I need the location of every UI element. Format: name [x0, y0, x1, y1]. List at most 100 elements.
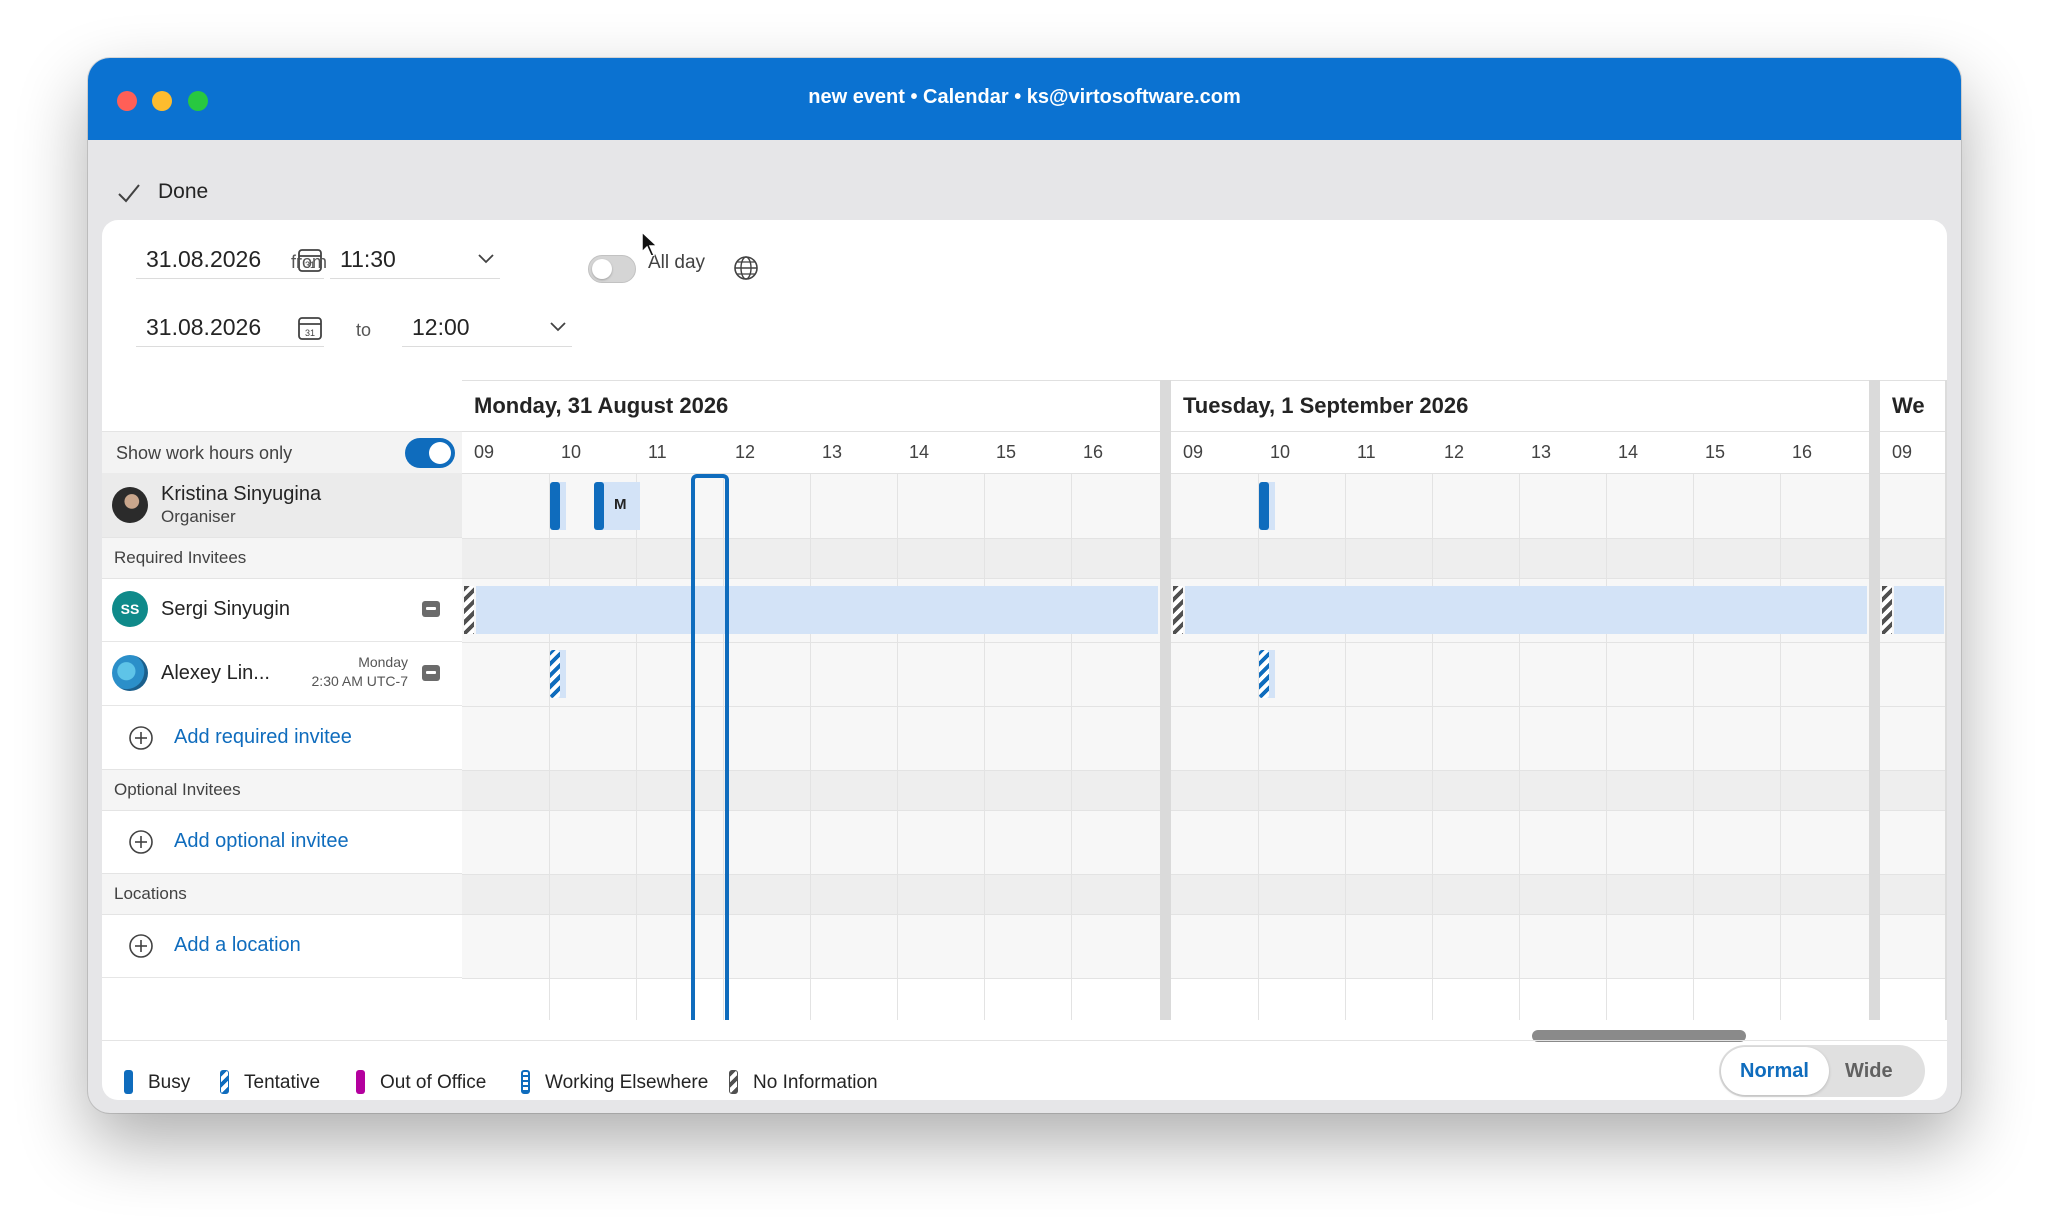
grid-line	[462, 978, 1947, 979]
no-information-swatch	[729, 1070, 738, 1094]
end-date-value: 31.08.2026	[146, 314, 262, 340]
hour-label: 11	[648, 442, 667, 462]
checkmark-icon[interactable]	[116, 180, 142, 206]
end-date-field[interactable]: 31.08.2026 31	[136, 308, 324, 347]
contact-card-icon[interactable]	[422, 665, 440, 681]
hour-row-wednesday: 09	[1880, 432, 1947, 474]
organiser-name: Kristina Sinyugina	[161, 483, 322, 505]
busy-event-bar[interactable]	[594, 482, 604, 530]
toggle-knob	[592, 259, 612, 279]
tentative-event-bar[interactable]	[550, 650, 560, 698]
free-time-band	[1185, 586, 1867, 634]
hour-label: 15	[996, 442, 1017, 462]
no-information-marker	[464, 586, 474, 634]
calendar-icon[interactable]: 31	[296, 314, 324, 342]
avatar	[112, 655, 148, 691]
hour-label: 13	[1531, 442, 1552, 462]
required-invitees-header: Required Invitees	[102, 537, 462, 579]
add-optional-invitee-button[interactable]: Add optional invitee	[102, 809, 462, 874]
normal-view-button[interactable]: Normal	[1721, 1047, 1829, 1095]
grid-line	[1258, 474, 1259, 1020]
grid-line	[462, 810, 1947, 811]
add-location-label: Add a location	[174, 934, 301, 956]
busy-event-bar[interactable]	[1259, 482, 1269, 530]
legend-label: Busy	[148, 1072, 191, 1093]
organiser-row[interactable]: Kristina Sinyugina Organiser	[102, 473, 462, 538]
day-header-monday: Monday, 31 August 2026	[462, 380, 1160, 432]
day-title: Tuesday, 1 September 2026	[1183, 393, 1469, 418]
empty-timeline[interactable]	[462, 914, 1947, 978]
day-separator	[1160, 380, 1171, 1020]
scheduling-grid[interactable]: Monday, 31 August 2026 Tuesday, 1 Septem…	[462, 380, 1947, 1020]
no-information-marker	[1173, 586, 1183, 634]
toggle-knob	[429, 442, 451, 464]
title-bar: new event • Calendar • ks@virtosoftware.…	[88, 58, 1961, 140]
section-band	[462, 538, 1947, 578]
end-time-value: 12:00	[412, 314, 470, 340]
normal-view-label: Normal	[1740, 1060, 1809, 1082]
work-hours-toggle[interactable]	[405, 438, 455, 468]
day-header-wednesday: We	[1880, 380, 1947, 432]
hour-label: 11	[1357, 442, 1376, 462]
start-time-dropdown[interactable]: 11:30	[330, 240, 500, 279]
grid-line	[1519, 474, 1520, 1020]
grid-line	[810, 474, 811, 1020]
event-label: M	[614, 496, 627, 513]
add-required-invitee-label: Add required invitee	[174, 726, 352, 748]
avatar	[112, 487, 148, 523]
selected-meeting-slot[interactable]	[691, 474, 729, 1020]
add-circle-icon	[129, 934, 153, 958]
empty-timeline[interactable]	[462, 706, 1947, 770]
busy-event-bar[interactable]	[550, 482, 560, 530]
section-band	[462, 874, 1947, 914]
hour-label: 12	[735, 442, 756, 462]
contact-card-icon[interactable]	[422, 601, 440, 617]
legend-label: Tentative	[244, 1072, 321, 1093]
add-required-invitee-button[interactable]: Add required invitee	[102, 705, 462, 770]
to-label: to	[356, 320, 372, 340]
add-location-button[interactable]: Add a location	[102, 913, 462, 978]
legend-label: No Information	[753, 1072, 878, 1093]
vertical-scrollbar[interactable]	[1945, 380, 1947, 1020]
organiser-timeline[interactable]	[462, 474, 1947, 538]
done-button[interactable]: Done	[158, 180, 208, 204]
wide-view-button[interactable]: Wide	[1829, 1047, 1923, 1095]
invitee-row[interactable]: SS Sergi Sinyugin	[102, 577, 462, 642]
view-mode-toggle: Normal Wide	[1719, 1045, 1925, 1097]
hour-label: 16	[1083, 442, 1104, 462]
tentative-event-bar[interactable]	[1259, 650, 1269, 698]
locations-label: Locations	[114, 884, 187, 903]
invitee-name: Sergi Sinyugin	[161, 598, 290, 620]
day-header-tuesday: Tuesday, 1 September 2026	[1171, 380, 1869, 432]
grid-line	[462, 642, 1947, 643]
wide-view-label: Wide	[1845, 1060, 1893, 1082]
invitee-row[interactable]: Alexey Lin... Monday 2:30 AM UTC-7	[102, 641, 462, 706]
busy-swatch	[124, 1070, 133, 1094]
hour-label: 16	[1792, 442, 1813, 462]
grid-line	[462, 578, 1947, 579]
grid-line	[462, 770, 1947, 771]
calendar-icon-day: 31	[305, 328, 315, 338]
empty-timeline[interactable]	[462, 810, 1947, 874]
hour-label: 10	[561, 442, 582, 462]
hour-label: 15	[1705, 442, 1726, 462]
event-card: 31.08.2026 31 from 11:30 All day 31.08.2…	[102, 220, 1947, 1100]
hour-label: 14	[1618, 442, 1639, 462]
grid-line	[1780, 474, 1781, 1020]
invitee-timeline[interactable]	[462, 642, 1947, 706]
grid-line	[1071, 474, 1072, 1020]
start-time-value: 11:30	[340, 246, 396, 272]
add-optional-invitee-label: Add optional invitee	[174, 830, 349, 852]
grid-line	[1432, 474, 1433, 1020]
legend-label: Working Elsewhere	[545, 1072, 709, 1093]
end-time-dropdown[interactable]: 12:00	[402, 308, 572, 347]
all-day-toggle[interactable]	[588, 255, 636, 283]
grid-line	[462, 706, 1947, 707]
working-elsewhere-swatch	[521, 1070, 530, 1094]
grid-line	[462, 538, 1947, 539]
hour-label: 13	[822, 442, 843, 462]
globe-icon[interactable]	[732, 254, 760, 282]
tentative-swatch	[220, 1070, 229, 1094]
hour-row-tuesday: 09 10 11 12 13 14 15 16	[1171, 432, 1869, 474]
section-band	[462, 770, 1947, 810]
